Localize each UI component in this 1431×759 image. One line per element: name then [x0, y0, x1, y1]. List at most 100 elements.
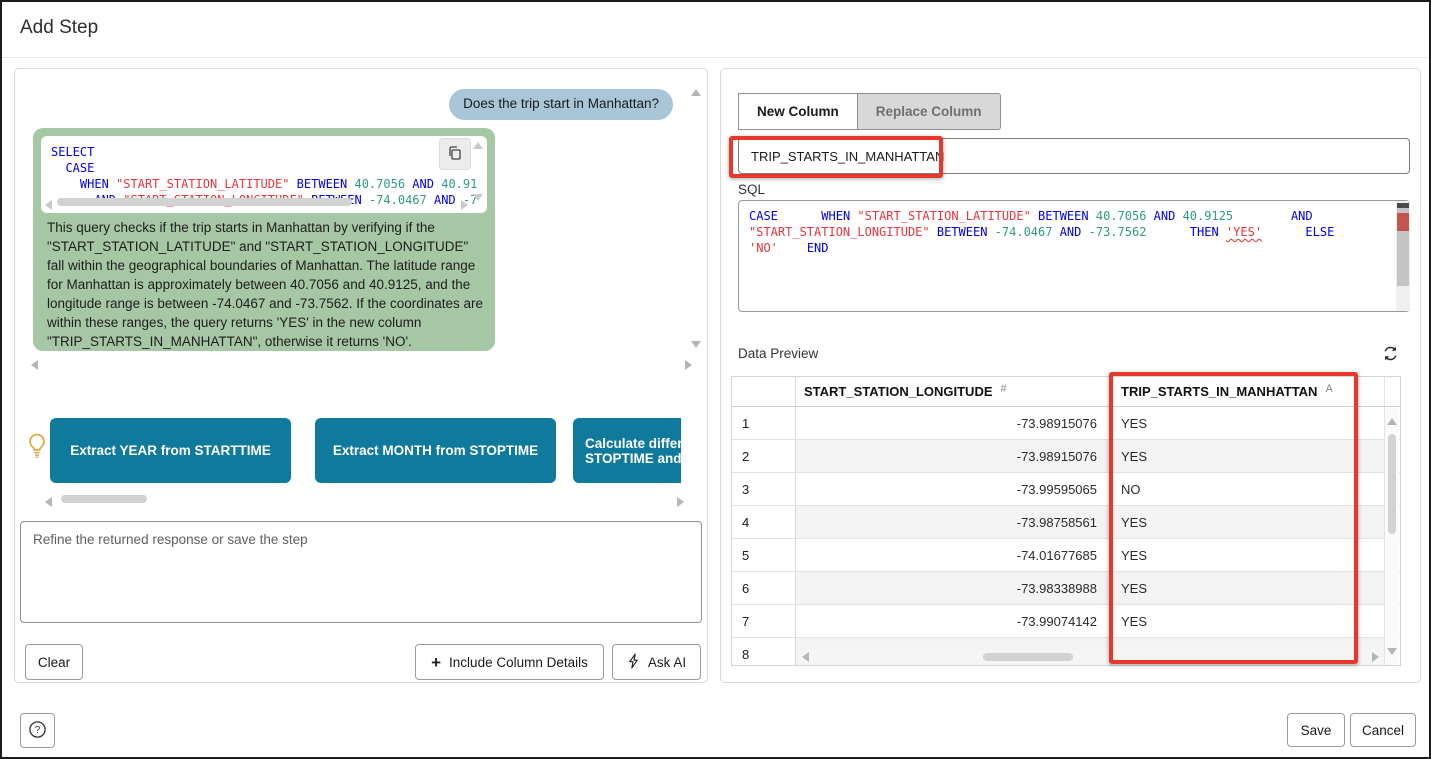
tab-replace-column[interactable]: Replace Column: [857, 93, 1001, 130]
column-header-manhattan[interactable]: TRIP_STARTS_IN_MANHATTAN A: [1112, 377, 1358, 406]
empty-cell: [1358, 473, 1385, 505]
row-number-cell: 4: [732, 506, 796, 538]
table-header-row: START_STATION_LONGITUDE # TRIP_STARTS_IN…: [732, 377, 1400, 407]
table-hscrollbar[interactable]: [798, 650, 1383, 664]
empty-cell: [1358, 539, 1385, 571]
column-name-input[interactable]: [738, 138, 1410, 174]
ai-response-bubble: SELECT CASE WHEN "START_STATION_LATITUDE…: [33, 128, 495, 351]
column-header-longitude[interactable]: START_STATION_LONGITUDE #: [796, 377, 1112, 406]
empty-cell: [1358, 506, 1385, 538]
sql-editor[interactable]: CASE WHEN "START_STATION_LATITUDE" BETWE…: [738, 200, 1410, 312]
empty-header-cell: [1358, 377, 1385, 406]
ask-ai-button[interactable]: Ask AI: [612, 644, 701, 680]
sql-editor-vscrollbar[interactable]: [1396, 201, 1410, 311]
longitude-cell: -73.99595065: [796, 473, 1112, 505]
chat-scroll-left-icon[interactable]: [31, 360, 38, 370]
row-number-cell: 8: [732, 638, 796, 666]
row-number-cell: 1: [732, 407, 796, 439]
table-scroll-left-icon[interactable]: [802, 652, 809, 662]
chat-scroll-up-icon[interactable]: [691, 89, 701, 96]
table-hscroll-thumb[interactable]: [983, 653, 1073, 661]
row-number-cell: 5: [732, 539, 796, 571]
empty-cell: [1358, 605, 1385, 637]
table-body: 1-73.98915076YES2-73.98915076YES3-73.995…: [732, 407, 1400, 666]
plus-icon: +: [431, 654, 441, 671]
code-line: CASE: [51, 160, 477, 176]
manhattan-cell: YES: [1112, 407, 1358, 439]
row-number-cell: 2: [732, 440, 796, 472]
table-row: 1-73.98915076YES: [732, 407, 1400, 440]
code-scroll-left-icon[interactable]: [45, 200, 52, 210]
code-line: CASE WHEN "START_STATION_LATITUDE" BETWE…: [749, 208, 1399, 224]
column-definition-panel: New Column Replace Column SQL CASE WHEN …: [720, 68, 1421, 683]
clear-button[interactable]: Clear: [25, 644, 83, 680]
row-number-cell: 7: [732, 605, 796, 637]
suggestions-hscrollbar[interactable]: [61, 495, 147, 503]
include-column-details-button[interactable]: + Include Column Details: [415, 644, 604, 680]
copy-button[interactable]: [439, 138, 471, 170]
longitude-cell: -73.98915076: [796, 440, 1112, 472]
sql-section-label: SQL: [738, 182, 765, 197]
manhattan-cell: YES: [1112, 605, 1358, 637]
row-number-cell: 3: [732, 473, 796, 505]
longitude-cell: -73.99074142: [796, 605, 1112, 637]
code-line: "START_STATION_LONGITUDE" BETWEEN -74.04…: [749, 224, 1399, 240]
svg-text:?: ?: [35, 725, 41, 736]
suggestions-scroll-left-icon[interactable]: [45, 497, 52, 507]
ai-chat-panel: Does the trip start in Manhattan? SELECT…: [14, 68, 708, 683]
tab-new-column[interactable]: New Column: [738, 93, 857, 130]
longitude-cell: -74.01677685: [796, 539, 1112, 571]
empty-cell: [1358, 572, 1385, 604]
longitude-cell: -73.98338988: [796, 572, 1112, 604]
chat-scroll-down-icon[interactable]: [691, 341, 701, 348]
cancel-button[interactable]: Cancel: [1350, 713, 1416, 747]
manhattan-cell: NO: [1112, 473, 1358, 505]
row-number-cell: 6: [732, 572, 796, 604]
table-vscrollbar[interactable]: [1385, 408, 1399, 666]
suggestion-button[interactable]: Calculate differeSTOPTIME and: [573, 418, 681, 483]
numeric-type-icon: #: [1001, 383, 1007, 395]
refresh-icon: [1381, 344, 1400, 366]
code-line: 'NO' END: [749, 240, 1399, 256]
refresh-button[interactable]: [1378, 343, 1402, 367]
table-row: 3-73.99595065NO: [732, 473, 1400, 506]
table-scroll-right-icon[interactable]: [1372, 652, 1379, 662]
table-scroll-down-icon[interactable]: [1387, 648, 1397, 655]
ai-explanation-text: This query checks if the trip starts in …: [47, 218, 485, 351]
row-number-header: [732, 377, 796, 406]
chat-scroll-right-icon[interactable]: [685, 360, 692, 370]
table-vscroll-thumb[interactable]: [1388, 434, 1396, 534]
manhattan-cell: YES: [1112, 539, 1358, 571]
save-button[interactable]: Save: [1287, 713, 1345, 747]
code-scroll-up-icon[interactable]: [473, 142, 483, 149]
table-row: 5-74.01677685YES: [732, 539, 1400, 572]
code-hscrollbar[interactable]: [57, 198, 352, 206]
page-title: Add Step: [20, 17, 98, 39]
manhattan-cell: YES: [1112, 506, 1358, 538]
longitude-cell: -73.98915076: [796, 407, 1112, 439]
lightning-bolt-icon: [627, 653, 640, 672]
data-preview-table: START_STATION_LONGITUDE # TRIP_STARTS_IN…: [731, 376, 1401, 666]
empty-cell: [1358, 407, 1385, 439]
suggestion-button[interactable]: Extract YEAR from STARTTIME: [50, 418, 291, 483]
help-button[interactable]: ?: [20, 713, 55, 748]
table-scroll-up-icon[interactable]: [1387, 418, 1397, 425]
code-line: WHEN "START_STATION_LATITUDE" BETWEEN 40…: [51, 176, 477, 192]
suggestions-scroll-right-icon[interactable]: [677, 497, 684, 507]
refine-response-input[interactable]: [20, 521, 702, 623]
lightbulb-icon: [25, 431, 49, 466]
column-mode-tabs: New Column Replace Column: [738, 93, 1001, 130]
code-scroll-down-icon[interactable]: [473, 194, 483, 201]
help-icon: ?: [28, 720, 47, 742]
table-row: 2-73.98915076YES: [732, 440, 1400, 473]
suggestion-button[interactable]: Extract MONTH from STOPTIME: [315, 418, 556, 483]
table-row: 7-73.99074142YES: [732, 605, 1400, 638]
manhattan-cell: YES: [1112, 572, 1358, 604]
manhattan-cell: YES: [1112, 440, 1358, 472]
copy-icon: [447, 145, 463, 164]
longitude-cell: -73.98758561: [796, 506, 1112, 538]
empty-cell: [1358, 440, 1385, 472]
user-chat-bubble: Does the trip start in Manhattan?: [449, 89, 673, 120]
table-row: 6-73.98338988YES: [732, 572, 1400, 605]
code-scroll-right-icon[interactable]: [461, 200, 468, 210]
